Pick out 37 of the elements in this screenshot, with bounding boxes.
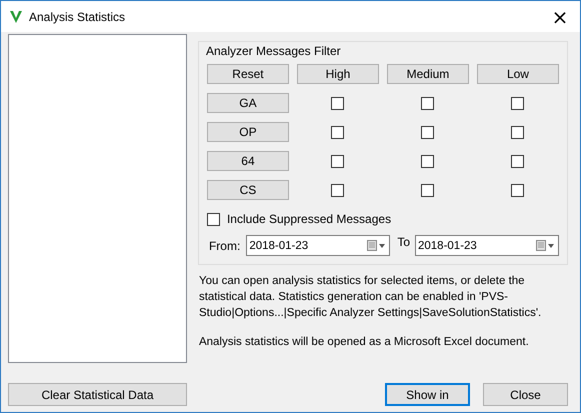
- checkbox[interactable]: [511, 184, 524, 196]
- analyzer-button[interactable]: GA: [206, 93, 289, 113]
- checkbox-label: Include Suppressed Messages: [226, 212, 392, 226]
- show-in-button[interactable]: Show in: [385, 383, 470, 406]
- clear-data-button[interactable]: Clear Statistical Data: [8, 383, 187, 406]
- checkbox[interactable]: [511, 154, 524, 168]
- calendar-dropdown-icon[interactable]: [367, 240, 386, 251]
- checkbox[interactable]: [511, 126, 524, 138]
- analyzer-button[interactable]: 64: [206, 151, 289, 171]
- app-logo-icon: [9, 10, 23, 24]
- to-label: To: [397, 235, 410, 249]
- analyzer-button[interactable]: CS: [206, 180, 289, 200]
- checkbox[interactable]: [331, 184, 344, 196]
- calendar-dropdown-icon[interactable]: [536, 240, 555, 251]
- checkbox[interactable]: [421, 96, 434, 110]
- checkbox[interactable]: [421, 126, 434, 138]
- from-label: From:: [208, 238, 240, 252]
- filter-button[interactable]: Reset: [206, 64, 289, 84]
- close-dialog-button[interactable]: Close: [483, 383, 568, 406]
- checkbox[interactable]: [511, 96, 524, 110]
- close-button[interactable]: ×: [540, 2, 580, 32]
- checkbox[interactable]: [421, 184, 434, 196]
- checkbox[interactable]: [331, 96, 344, 110]
- info-text: Analysis statistics will be opened as a Microsoft Excel document.: [198, 335, 530, 350]
- checkbox[interactable]: [421, 154, 434, 168]
- filter-button[interactable]: Low: [476, 64, 559, 84]
- checkbox[interactable]: [331, 126, 344, 138]
- window-title: Analysis Statistics: [29, 10, 126, 24]
- filter-button[interactable]: High: [296, 64, 379, 84]
- analyzer-button[interactable]: OP: [206, 122, 289, 142]
- date-picker[interactable]: 2018-01-23: [246, 235, 390, 256]
- info-text: You can open analysis statistics for selected items, or delete the statistical data. Statistics generation can be enabled in 'PVS-Studio|Options...|Specific Analyzer Settings|SaveSolutionStatistics'.: [198, 274, 542, 321]
- group-title: Analyzer Messages Filter: [206, 44, 342, 58]
- checkbox[interactable]: [206, 212, 220, 226]
- filter-button[interactable]: Medium: [386, 64, 469, 84]
- checkbox[interactable]: [331, 154, 344, 168]
- date-picker[interactable]: 2018-01-23: [415, 235, 559, 256]
